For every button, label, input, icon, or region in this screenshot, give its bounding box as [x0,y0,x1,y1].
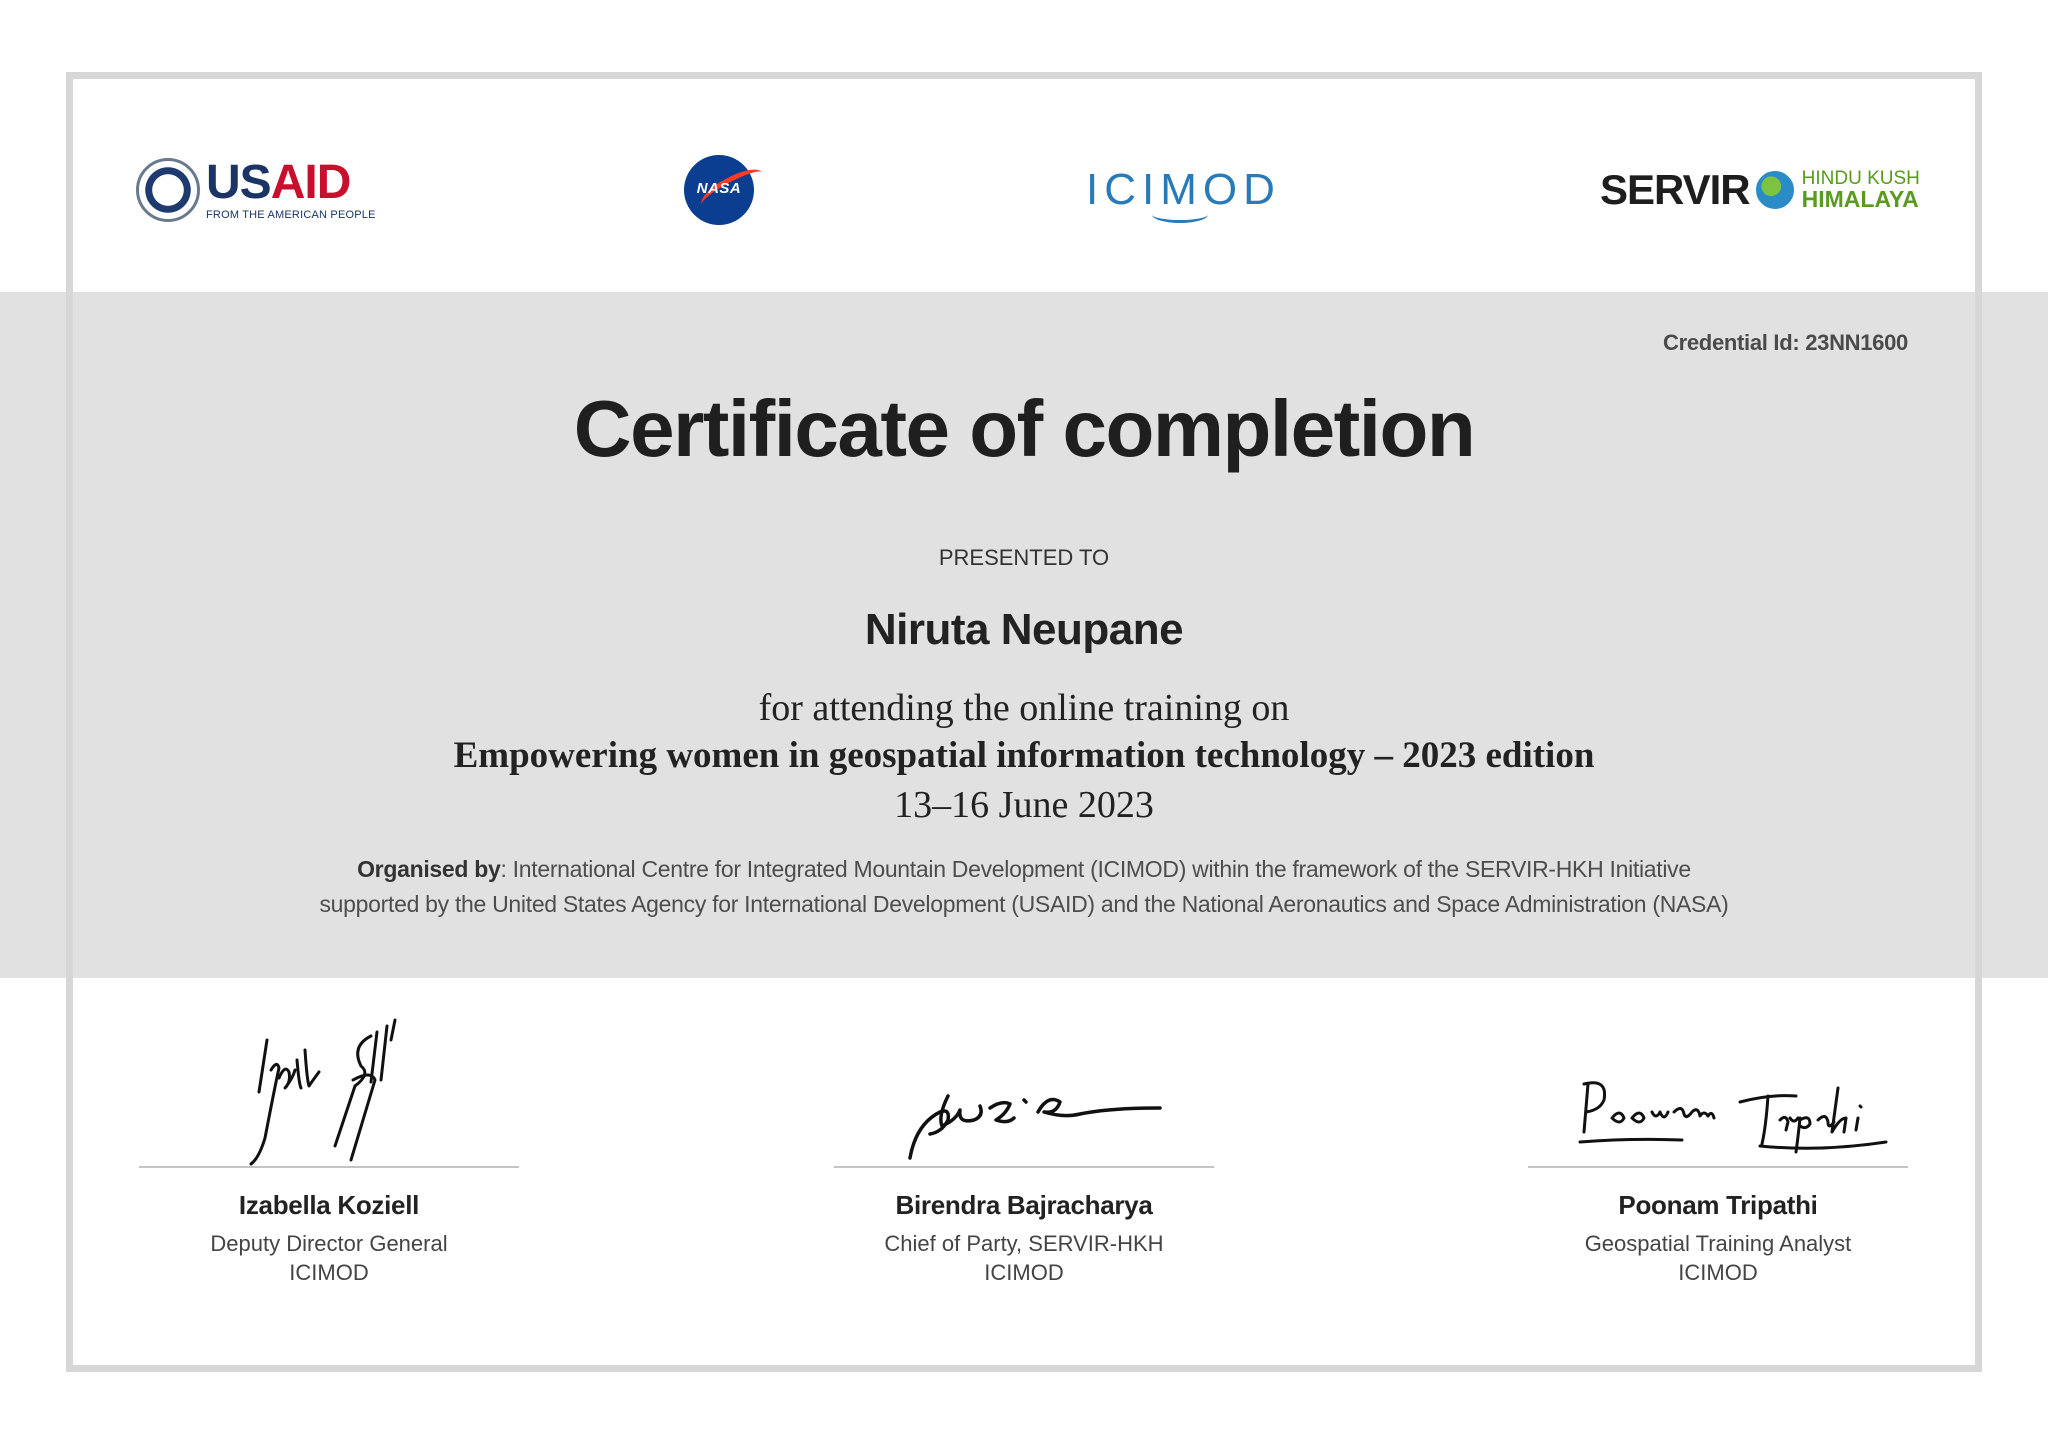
usaid-tagline: FROM THE AMERICAN PEOPLE [206,209,376,221]
globe-icon [1753,169,1796,211]
signer-org: ICIMOD [984,1260,1064,1285]
signer-role: Chief of Party, SERVIR-HKH [884,1231,1164,1256]
signer-name: Poonam Tripathi [1618,1190,1818,1220]
logo-row: USAID FROM THE AMERICAN PEOPLE NASA ICIM… [0,140,2048,240]
signer-block: Birendra Bajracharya Chief of Party, SER… [834,1000,1214,1287]
signature-line [834,1166,1214,1168]
signer-name: Birendra Bajracharya [895,1190,1153,1220]
organised-by-text-1: : International Centre for Integrated Mo… [500,856,1691,882]
servir-sub-line2: HIMALAYA [1801,186,1919,212]
servir-logo: SERVIR HINDU KUSH HIMALAYA [1600,140,1920,240]
usaid-logo: USAID FROM THE AMERICAN PEOPLE [136,140,376,240]
signer-name: Izabella Koziell [238,1190,420,1220]
signer-role: Deputy Director General [210,1231,448,1256]
usaid-logo-aid: AID [270,156,352,209]
certificate-page: USAID FROM THE AMERICAN PEOPLE NASA ICIM… [0,0,2048,1448]
signature-image [834,1000,1214,1166]
organised-by-label: Organised by [357,856,501,882]
course-dates: 13–16 June 2023 [894,784,1154,826]
credential-id: Credential Id: 23NN1600 [1663,330,1908,355]
attendance-statement: for attending the online training on [758,687,1290,729]
course-title: Empowering women in geospatial informati… [453,735,1595,776]
icimod-logo: ICIMOD [1086,140,1281,240]
presented-to-label: PRESENTED TO [938,545,1110,570]
signature-image [139,1000,519,1166]
signature-line [1528,1166,1908,1168]
signature-image [1528,1000,1908,1166]
nasa-meatball-icon: NASA [684,155,768,225]
icimod-wave-icon [1152,206,1208,223]
signature-line [139,1166,519,1168]
signer-org: ICIMOD [289,1260,369,1285]
signer-org: ICIMOD [1678,1260,1758,1285]
certificate-title: Certificate of completion [573,384,1476,473]
signer-block: Izabella Koziell Deputy Director General… [139,1000,519,1287]
signer-role: Geospatial Training Analyst [1584,1231,1852,1256]
nasa-logo-text: NASA [696,180,742,197]
usaid-seal-icon [136,158,200,222]
organised-by-text-2: supported by the United States Agency fo… [319,891,1729,917]
usaid-logo-us: US [206,156,272,209]
signer-block: Poonam Tripathi Geospatial Training Anal… [1528,1000,1908,1287]
recipient-name: Niruta Neupane [864,605,1184,654]
nasa-logo: NASA [684,140,768,240]
organised-by: Organised by: International Centre for I… [0,852,2048,922]
signatures-section: Izabella Koziell Deputy Director General… [0,1000,2048,1300]
servir-logo-text: SERVIR [1600,166,1751,213]
